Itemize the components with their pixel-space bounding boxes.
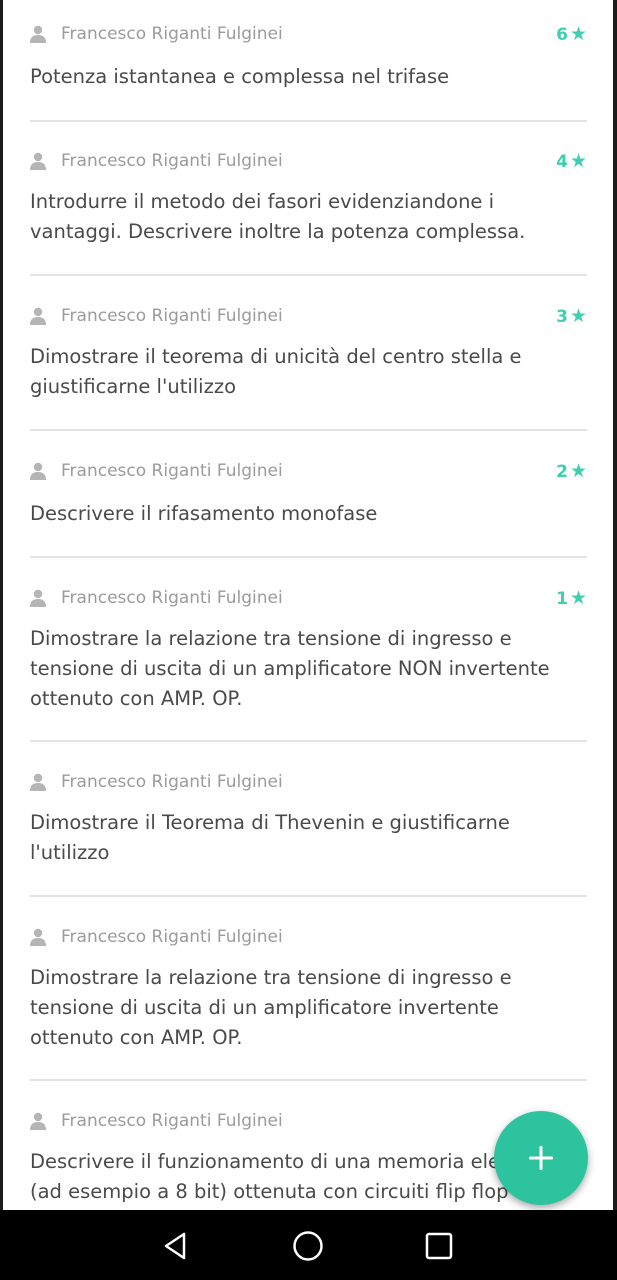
question-text: Dimostrare la relazione tra tensione di … — [30, 627, 550, 710]
person-icon — [30, 307, 46, 325]
rating-count: 4 — [556, 152, 568, 172]
question-text: Introdurre il metodo dei fasori evidenzi… — [30, 190, 526, 243]
divider — [30, 556, 587, 558]
question-rating[interactable]: 4 ★ — [556, 150, 587, 173]
star-icon: ★ — [569, 305, 587, 327]
question-rating[interactable]: 3 ★ — [556, 305, 587, 328]
question-text: Dimostrare il teorema di unicità del cen… — [30, 345, 522, 398]
rating-count: 1 — [556, 589, 568, 609]
home-icon — [293, 1231, 323, 1261]
question-rating[interactable]: 1 ★ — [556, 587, 587, 610]
rating-count: 2 — [556, 462, 568, 482]
back-icon — [164, 1232, 186, 1260]
question-author: Francesco Riganti Fulginei — [61, 927, 283, 947]
star-icon: ★ — [569, 587, 587, 609]
system-navigation-bar — [0, 1210, 617, 1280]
person-icon — [30, 152, 46, 170]
question-text: Dimostrare la relazione tra tensione di … — [30, 966, 512, 1049]
star-icon: ★ — [569, 23, 587, 45]
question-author: Francesco Riganti Fulginei — [61, 24, 283, 44]
question-list-screen: Francesco Riganti Fulginei 6 ★ Potenza is… — [0, 0, 617, 1210]
question-header: Francesco Riganti Fulginei 4 ★ — [30, 150, 587, 174]
question-author: Francesco Riganti Fulginei — [61, 461, 283, 481]
question-author: Francesco Riganti Fulginei — [61, 1111, 283, 1131]
rating-count: 6 — [556, 25, 568, 45]
question-author: Francesco Riganti Fulginei — [61, 306, 283, 326]
star-icon: ★ — [569, 150, 587, 172]
question-header: Francesco Riganti Fulginei — [30, 926, 587, 950]
person-icon — [30, 25, 46, 43]
question-text: Descrivere il rifasamento monofase — [30, 502, 378, 525]
divider — [30, 274, 587, 276]
divider — [30, 740, 587, 742]
person-icon — [30, 773, 46, 791]
divider — [30, 895, 587, 897]
plus-icon — [529, 1146, 553, 1170]
star-icon: ★ — [569, 460, 587, 482]
back-button[interactable] — [156, 1226, 196, 1266]
person-icon — [30, 1112, 46, 1130]
screen-edge-right — [613, 0, 617, 1210]
screen-edge-left — [0, 0, 3, 1210]
question-text: Dimostrare il Teorema di Thevenin e gius… — [30, 811, 510, 864]
person-icon — [30, 462, 46, 480]
question-header: Francesco Riganti Fulginei — [30, 771, 587, 795]
question-header: Francesco Riganti Fulginei 1 ★ — [30, 587, 587, 611]
question-header: Francesco Riganti Fulginei 3 ★ — [30, 305, 587, 329]
recents-icon — [425, 1232, 453, 1260]
question-rating[interactable]: 6 ★ — [556, 23, 587, 46]
question-header: Francesco Riganti Fulginei 2 ★ — [30, 460, 587, 484]
person-icon — [30, 928, 46, 946]
question-text: Potenza istantanea e complessa nel trifa… — [30, 65, 450, 88]
question-author: Francesco Riganti Fulginei — [61, 151, 283, 171]
add-question-button[interactable] — [494, 1111, 588, 1205]
question-author: Francesco Riganti Fulginei — [61, 588, 283, 608]
divider — [30, 429, 587, 431]
home-button[interactable] — [288, 1226, 328, 1266]
rating-count: 3 — [556, 307, 568, 327]
divider — [30, 120, 587, 122]
person-icon — [30, 589, 46, 607]
divider — [30, 1079, 587, 1081]
question-rating[interactable]: 2 ★ — [556, 460, 587, 483]
question-header: Francesco Riganti Fulginei 6 ★ — [30, 23, 587, 47]
question-author: Francesco Riganti Fulginei — [61, 772, 283, 792]
recents-button[interactable] — [419, 1226, 459, 1266]
